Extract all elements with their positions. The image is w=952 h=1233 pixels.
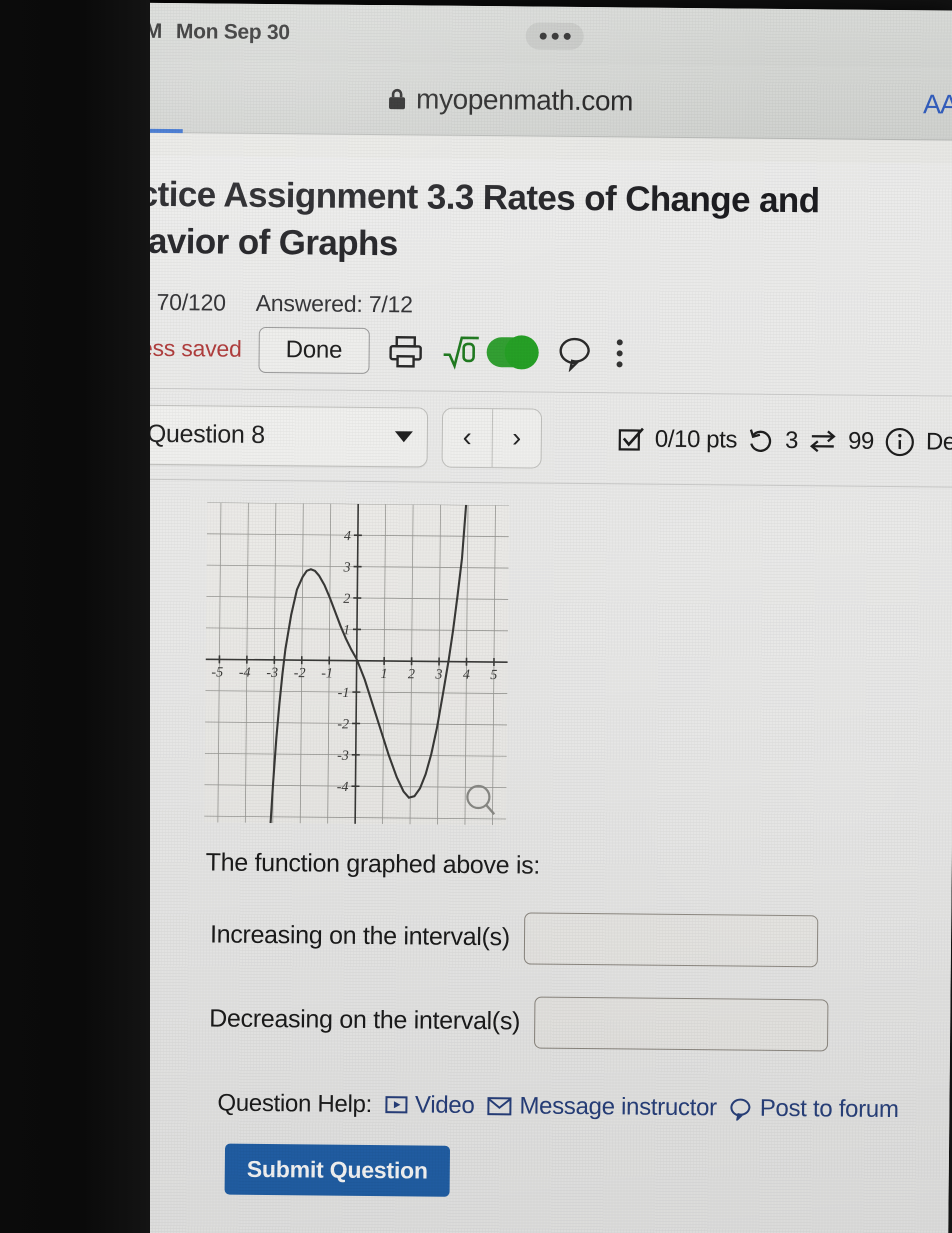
envelope-icon xyxy=(487,1097,512,1116)
svg-text:-2: -2 xyxy=(337,717,349,732)
svg-text:-3: -3 xyxy=(337,749,349,764)
forum-link-label: Post to forum xyxy=(759,1094,899,1124)
details-label[interactable]: De xyxy=(926,428,952,456)
answered-label: Answered: 7/12 xyxy=(255,289,413,318)
address-bar[interactable]: myopenmath.com xyxy=(61,80,952,121)
text-size-button[interactable]: AA xyxy=(923,89,952,120)
decreasing-label: Decreasing on the interval(s) xyxy=(209,1004,521,1036)
decreasing-field-row: Decreasing on the interval(s) xyxy=(209,993,950,1052)
status-time: 4:59 PM xyxy=(84,19,163,43)
url-text: myopenmath.com xyxy=(415,83,634,117)
progress-saved-status: Progress saved xyxy=(84,334,242,363)
increasing-field-row: Increasing on the interval(s) xyxy=(210,909,951,968)
page-content: Practice Assignment 3.3 Rates of Change … xyxy=(50,155,952,1233)
ellipsis-icon[interactable] xyxy=(525,22,584,51)
page-load-progress xyxy=(60,127,183,134)
assignment-meta: Score: 70/120 Answered: 7/12 xyxy=(85,288,952,323)
increasing-label: Increasing on the interval(s) xyxy=(209,920,510,952)
post-to-forum-link[interactable]: Post to forum xyxy=(729,1094,899,1124)
sqrt-icon xyxy=(443,336,479,370)
video-icon xyxy=(384,1096,408,1114)
svg-text:2: 2 xyxy=(343,592,350,607)
assignment-toolbar: Progress saved Done xyxy=(84,325,952,379)
kebab-dot xyxy=(616,361,623,368)
question-help-row: Question Help: Video Message instructor xyxy=(217,1090,949,1125)
tablet-screen: 4:59 PM Mon Sep 30 Done myopenmath.com A… xyxy=(50,2,952,1233)
attempts-label: 3 xyxy=(784,426,799,455)
svg-text:4: 4 xyxy=(344,529,351,544)
decreasing-input[interactable] xyxy=(533,996,829,1052)
svg-text:3: 3 xyxy=(434,667,442,682)
score-label: Score: 70/120 xyxy=(85,288,226,316)
kebab-menu-icon[interactable] xyxy=(610,339,628,368)
next-question-button[interactable]: › xyxy=(491,409,542,468)
svg-text:2: 2 xyxy=(408,667,415,682)
question-divider xyxy=(57,477,952,488)
svg-text:4: 4 xyxy=(463,668,470,683)
ellipsis-dot xyxy=(563,32,571,40)
assignment-done-button[interactable]: Done xyxy=(258,326,370,374)
background-object xyxy=(0,655,44,855)
prev-question-button[interactable]: ‹ xyxy=(443,409,492,467)
increasing-input[interactable] xyxy=(523,912,819,968)
question-help-label: Question Help: xyxy=(217,1089,373,1118)
speech-bubble-icon xyxy=(730,1098,751,1121)
undo-arrow-icon xyxy=(750,429,772,452)
question-selector[interactable]: Question 8 xyxy=(97,404,429,468)
svg-text:-2: -2 xyxy=(294,666,306,681)
question-stats: 0/10 pts 3 99 De xyxy=(618,424,952,457)
svg-text:3: 3 xyxy=(343,560,351,575)
svg-text:-4: -4 xyxy=(239,666,251,681)
svg-text:-3: -3 xyxy=(266,666,278,681)
bar-divider xyxy=(60,130,952,141)
math-input-toggle[interactable] xyxy=(441,333,539,372)
page-title: Practice Assignment 3.3 Rates of Change … xyxy=(83,174,820,264)
points-label: 0/10 pts xyxy=(654,425,738,454)
svg-text:-1: -1 xyxy=(338,686,350,701)
swap-count-label: 99 xyxy=(847,427,875,455)
ellipsis-dot xyxy=(539,32,547,40)
info-circle-icon[interactable] xyxy=(885,427,915,457)
message-link-label: Message instructor xyxy=(519,1092,717,1122)
question-header-row: Question 8 ‹ › 0/10 pts 3 99 De xyxy=(58,388,952,473)
chevron-down-icon xyxy=(394,431,414,443)
svg-text:5: 5 xyxy=(490,668,497,683)
ellipsis-dot xyxy=(551,32,559,40)
svg-text:-5: -5 xyxy=(211,665,223,680)
kebab-dot xyxy=(616,350,623,357)
question-prompt: The function graphed above is: xyxy=(205,848,541,880)
kebab-dot xyxy=(616,339,623,346)
toggle-switch-on-icon[interactable] xyxy=(486,337,539,368)
submit-question-button[interactable]: Submit Question xyxy=(224,1143,451,1197)
swap-arrows-icon xyxy=(810,430,836,453)
checkbox-checked-icon xyxy=(618,427,644,451)
svg-text:1: 1 xyxy=(380,667,387,682)
video-link-label: Video xyxy=(414,1091,475,1119)
function-graph[interactable]: -5 -4 -3 -2 -1 1 2 3 4 5 4 3 2 1 -1 -2 -3 -4 xyxy=(204,502,952,829)
graph-canvas[interactable]: -5 -4 -3 -2 -1 1 2 3 4 54321-1-2-3-4 xyxy=(204,502,510,826)
printer-icon[interactable] xyxy=(386,332,424,370)
question-nav-group: ‹ › xyxy=(441,407,543,469)
safari-browser-bar: Done myopenmath.com AA xyxy=(60,59,952,141)
svg-text:-4: -4 xyxy=(337,780,349,795)
ios-status-bar: 4:59 PM Mon Sep 30 xyxy=(61,2,952,69)
status-date: Mon Sep 30 xyxy=(175,20,290,45)
video-help-link[interactable]: Video xyxy=(384,1091,475,1120)
svg-text:-1: -1 xyxy=(321,666,333,681)
question-label: Question 8 xyxy=(146,420,265,450)
message-instructor-link[interactable]: Message instructor xyxy=(486,1092,717,1122)
lock-icon xyxy=(389,88,406,110)
tablet-photo: 4:59 PM Mon Sep 30 Done myopenmath.com A… xyxy=(0,0,952,1233)
question-status-dot xyxy=(112,423,134,446)
speech-bubble-icon[interactable] xyxy=(555,334,593,373)
